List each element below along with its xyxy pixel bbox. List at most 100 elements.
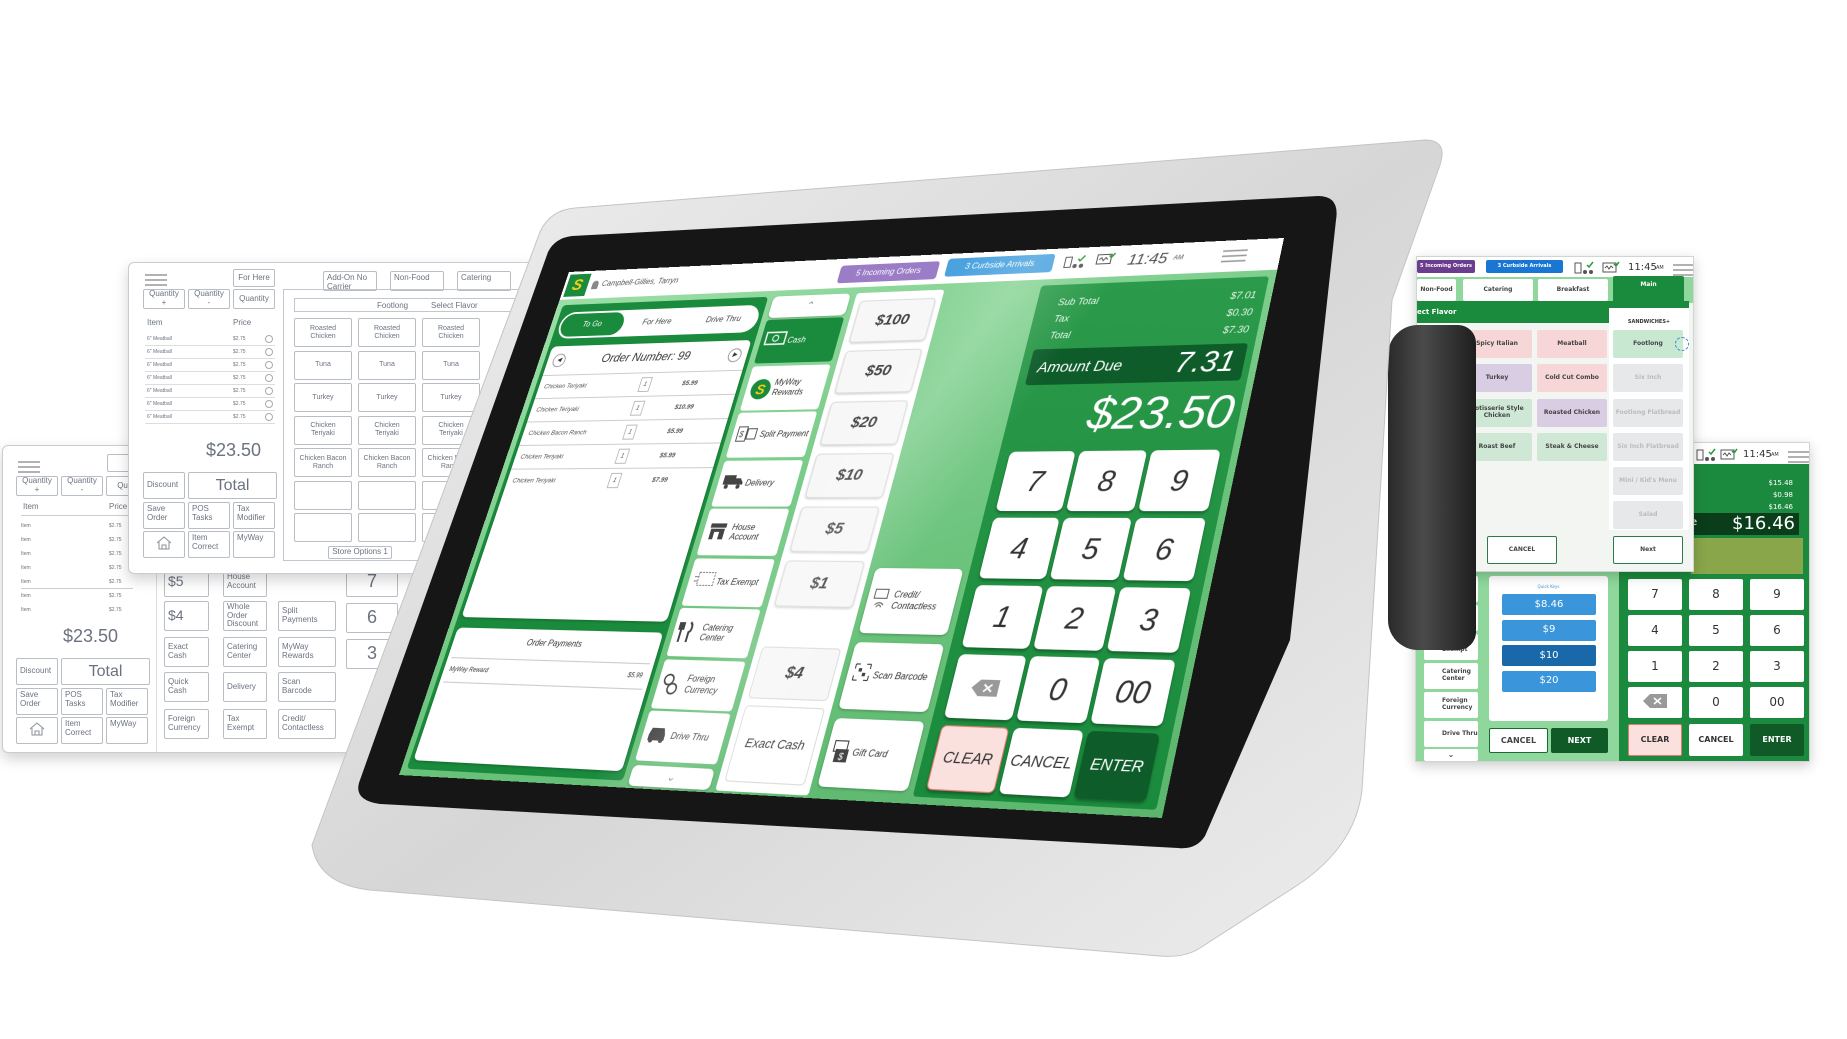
item-price: $7.99 (650, 476, 669, 484)
subtotal-value: $7.01 (1229, 289, 1258, 302)
item-name: Chicken Bacon Ranch (527, 429, 588, 438)
payment-row: MyWay Reward $5.99 (443, 657, 651, 690)
cancel-button[interactable]: CANCEL (998, 727, 1084, 798)
barcode-icon (850, 663, 873, 687)
order-row[interactable]: Chicken Teriyaki 1 $7.99 (503, 467, 714, 493)
payment-type-label: House Account (728, 522, 760, 542)
scroll-up-chevron[interactable]: ⌃ (767, 293, 852, 319)
item-price: $5.99 (666, 427, 684, 436)
payment-type-label: Delivery (744, 478, 776, 488)
keypad-key-7[interactable]: 7 (995, 451, 1076, 512)
hamburger-menu-icon[interactable] (1220, 248, 1250, 264)
marketing-composition: Quantity + Quantity - Quan Item Price Item $2.… (0, 0, 1847, 1039)
item-quantity[interactable]: 1 (614, 448, 631, 464)
next-order-button[interactable]: ▶ (726, 348, 744, 363)
item-price: $10.99 (673, 403, 695, 411)
payment-type-cash[interactable]: Cash (753, 317, 845, 364)
scroll-down-chevron[interactable]: ⌄ (627, 764, 715, 791)
total-label: Total (1048, 329, 1072, 341)
keypad-key-5[interactable]: 5 (1049, 517, 1133, 581)
payment-type-label: Cash (786, 335, 807, 346)
payment-method-label: Scan Barcode (871, 670, 929, 683)
order-row[interactable]: Chicken Teriyaki 1 $5.99 (511, 442, 721, 469)
order-payments-title: Order Payments (525, 637, 584, 649)
tendered-amount: $23.50 (1082, 384, 1240, 439)
payment-type-label: Catering Center (698, 622, 735, 644)
item-quantity[interactable]: 1 (629, 400, 646, 416)
amount-due-label: Amount Due (1035, 356, 1125, 376)
clock-time: 11:45 (1125, 249, 1170, 269)
clear-button[interactable]: CLEAR (925, 724, 1010, 794)
cash-amount-button[interactable]: $50 (834, 348, 923, 394)
four-dollar-button[interactable]: $4 (747, 646, 842, 702)
cash-amount-button[interactable]: $1 (773, 560, 866, 608)
payment-type-catering-center[interactable]: Catering Center (666, 607, 761, 659)
clock-ampm: AM (1172, 255, 1184, 262)
order-payments-card: Order Payments MyWay Reward $5.99 (413, 627, 664, 772)
payment-name: MyWay Reward (448, 666, 490, 675)
payment-amount: $5.99 (626, 672, 644, 680)
cash-amount-button[interactable]: $20 (819, 400, 909, 446)
payment-type-label: Drive Thru (669, 731, 711, 744)
order-row[interactable]: Chicken Bacon Ranch 1 $5.99 (519, 418, 729, 445)
item-name: Chicken Teriyaki (519, 453, 565, 461)
payment-method-label: Gift Card (851, 747, 889, 760)
order-row[interactable]: Chicken Teriyaki 1 $10.99 (527, 393, 736, 422)
user-icon (590, 280, 600, 290)
payment-type-label: Tax Exempt (714, 576, 760, 588)
enter-button[interactable]: ENTER (1073, 730, 1161, 802)
cash-amount-button[interactable]: $100 (848, 297, 937, 343)
payment-method-scan-barcode[interactable]: Scan Barcode (838, 642, 945, 713)
credit-card-icon (870, 588, 893, 611)
incoming-orders-badge[interactable]: 5 Incoming Orders (836, 261, 941, 284)
payment-type-foreign-currency[interactable]: Foreign Currency (650, 658, 746, 711)
item-price: $5.99 (681, 379, 699, 388)
order-number: Order Number: 99 (599, 349, 693, 366)
payment-type-delivery[interactable]: Delivery (711, 459, 804, 507)
payment-type-label: Split Payment (758, 429, 810, 440)
item-price: $5.99 (658, 452, 677, 460)
backspace-key[interactable] (943, 654, 1027, 721)
payment-type-myway-rewards[interactable]: S MyWay Rewards (739, 363, 831, 411)
keypad-key-4[interactable]: 4 (978, 517, 1060, 580)
keypad-key-9[interactable]: 9 (1138, 449, 1221, 512)
payment-type-drive-thru[interactable]: Drive Thru (635, 710, 731, 765)
cash-amount-button[interactable]: $5 (789, 506, 880, 553)
item-name: Chicken Teriyaki (535, 405, 580, 414)
payment-type-label: MyWay Rewards (770, 377, 805, 397)
previous-order-button[interactable]: ◀ (550, 353, 568, 368)
keypad-key-6[interactable]: 6 (1122, 517, 1207, 582)
amount-due-value: 7.31 (1171, 344, 1239, 379)
payment-type-label: Foreign Currency (683, 673, 719, 696)
item-quantity[interactable]: 1 (622, 424, 638, 440)
keypad-key-8[interactable]: 8 (1065, 450, 1148, 512)
payment-method-label: Credit/ Contactless (889, 589, 938, 612)
delivery-status-icon (1062, 254, 1087, 269)
subtotal-label: Sub Total (1056, 295, 1100, 308)
keypad-key-1[interactable]: 1 (961, 585, 1044, 649)
tax-value: $0.30 (1225, 306, 1254, 319)
payment-type-split-payment[interactable]: $ Split Payment (725, 411, 818, 458)
monitor-status-icon (1094, 252, 1117, 267)
subway-logo: S (563, 273, 592, 297)
keypad-key-00[interactable]: 00 (1090, 658, 1176, 727)
cash-amount-button[interactable]: $10 (804, 452, 895, 499)
backspace-icon (967, 669, 1004, 704)
keypad-key-3[interactable]: 3 (1106, 587, 1192, 653)
amount-due-bar: Amount Due 7.31 (1024, 343, 1249, 386)
payment-method-credit-contactless[interactable]: Credit/ Contactless (858, 567, 964, 636)
total-value: $7.30 (1221, 323, 1250, 336)
keypad-key-0[interactable]: 0 (1016, 656, 1101, 724)
payment-type-tax-exempt[interactable]: Tax Exempt (681, 557, 776, 607)
user-name: Campbell-Gillies, Tarryn (600, 276, 680, 288)
gift-card-icon: $ (829, 739, 853, 763)
item-name: Chicken Teriyaki (511, 477, 557, 485)
item-quantity[interactable]: 1 (606, 472, 623, 489)
keypad-key-2[interactable]: 2 (1033, 586, 1117, 651)
curbside-arrivals-badge[interactable]: 3 Curbside Arrivals (944, 253, 1056, 277)
item-quantity[interactable]: 1 (637, 377, 653, 393)
payment-type-house-account[interactable]: House Account (696, 508, 790, 556)
payment-method-gift-card[interactable]: $ Gift Card (817, 718, 925, 792)
tax-label: Tax (1052, 313, 1071, 325)
item-name: Chicken Teriyaki (542, 382, 588, 391)
